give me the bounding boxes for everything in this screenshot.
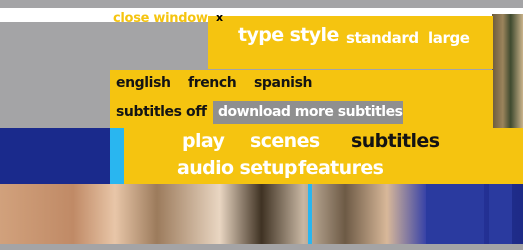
background-photo-right xyxy=(492,14,523,130)
photo-navy-block xyxy=(426,184,484,244)
menu-features-button[interactable]: features xyxy=(298,157,384,179)
bottom-band xyxy=(0,244,523,250)
decorative-blue-panel xyxy=(0,128,113,184)
type-style-label: type style xyxy=(238,24,339,46)
language-french-button[interactable]: french xyxy=(188,75,237,91)
language-english-button[interactable]: english xyxy=(116,75,171,91)
close-window-button[interactable]: close window xyxy=(113,11,208,26)
decorative-cyan-stripe xyxy=(110,128,124,184)
language-spanish-button[interactable]: spanish xyxy=(254,75,312,91)
photo-divider-stripe xyxy=(308,184,312,244)
download-more-subtitles-button[interactable]: download more subtitles xyxy=(213,101,403,124)
type-style-standard-button[interactable]: standard xyxy=(346,29,419,47)
type-style-large-button[interactable]: large xyxy=(428,29,470,47)
menu-audio-setup-button[interactable]: audio setup xyxy=(177,157,298,179)
menu-play-button[interactable]: play xyxy=(182,130,225,152)
menu-subtitles-button[interactable]: subtitles xyxy=(351,130,440,152)
subtitles-off-button[interactable]: subtitles off xyxy=(116,104,207,120)
photo-navy-block xyxy=(489,184,512,244)
close-icon[interactable]: x xyxy=(216,11,223,24)
background-photo-strip xyxy=(0,184,523,244)
menu-scenes-button[interactable]: scenes xyxy=(250,130,320,152)
